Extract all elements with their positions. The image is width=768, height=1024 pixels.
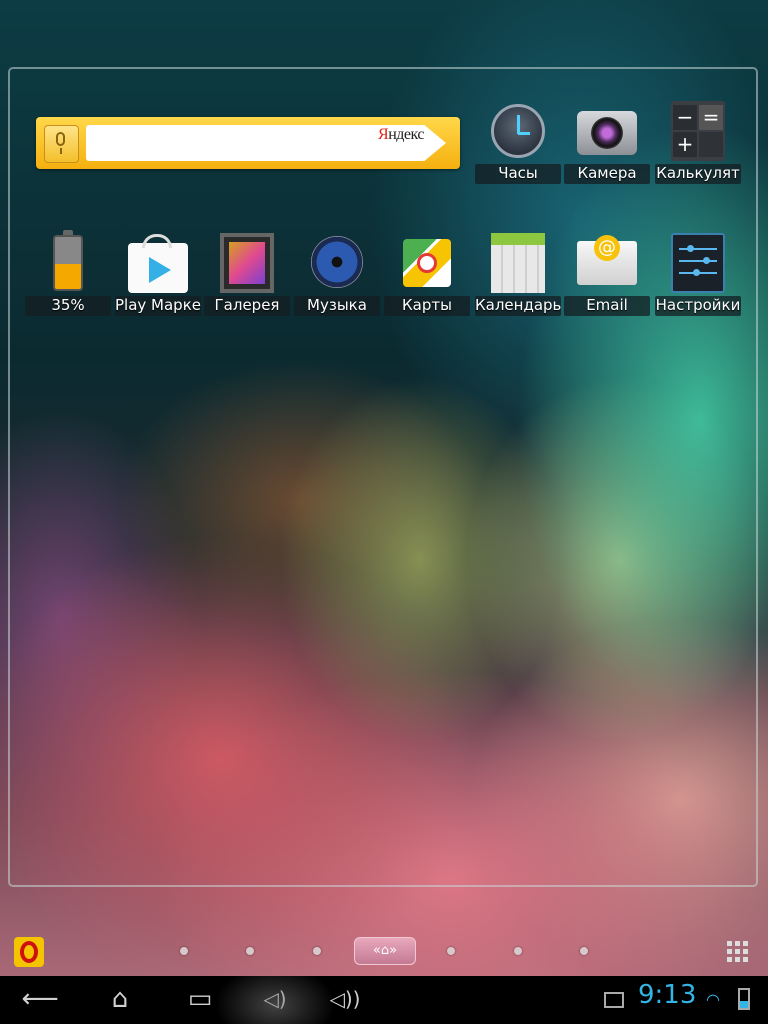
page-indicator-dot[interactable] bbox=[180, 947, 188, 955]
opera-icon[interactable] bbox=[14, 937, 44, 967]
app-music[interactable]: Музыка bbox=[294, 233, 380, 323]
microphone-icon[interactable] bbox=[44, 125, 79, 163]
app-label: Камера bbox=[564, 164, 650, 184]
yandex-logo: Яндекс bbox=[378, 126, 424, 143]
home-page-indicator[interactable]: «⌂» bbox=[354, 937, 416, 965]
page-indicator-dot[interactable] bbox=[313, 947, 321, 955]
app-label: Карты bbox=[384, 296, 470, 316]
all-apps-grid-icon[interactable] bbox=[727, 940, 749, 962]
app-settings[interactable]: Настройки bbox=[655, 233, 741, 323]
nav-touch-highlight bbox=[218, 976, 332, 1024]
system-bar: ⟵ ⌂ ▭ ◁) ◁)) 9:13 ◠ bbox=[0, 976, 768, 1024]
screenshot-notification-icon[interactable] bbox=[604, 992, 624, 1008]
settings-icon bbox=[671, 233, 725, 293]
gallery-icon bbox=[220, 233, 274, 293]
camera-icon bbox=[577, 111, 637, 155]
back-icon[interactable]: ⟵ bbox=[10, 976, 70, 1024]
app-label: Play Марке bbox=[115, 296, 201, 316]
app-clock[interactable]: Часы bbox=[475, 101, 561, 191]
battery-icon bbox=[738, 988, 750, 1010]
calendar-icon bbox=[491, 233, 545, 293]
app-label: Настройки bbox=[655, 296, 741, 316]
app-camera[interactable]: Камера bbox=[564, 101, 650, 191]
battery-widget[interactable]: 35% bbox=[25, 230, 111, 323]
app-label: Калькулят bbox=[655, 164, 741, 184]
app-calculator[interactable]: − = + Калькулят bbox=[655, 101, 741, 191]
status-clock: 9:13 bbox=[638, 980, 697, 1010]
app-play-market[interactable]: Play Марке bbox=[115, 233, 201, 323]
app-label: Галерея bbox=[204, 296, 290, 316]
app-label: 35% bbox=[25, 296, 111, 316]
maps-icon bbox=[403, 239, 451, 287]
app-label: Email bbox=[564, 296, 650, 316]
clock-icon bbox=[491, 104, 545, 158]
music-icon bbox=[311, 236, 363, 288]
app-maps[interactable]: Карты bbox=[384, 233, 470, 323]
app-gallery[interactable]: Галерея bbox=[204, 233, 290, 323]
app-label: Часы bbox=[475, 164, 561, 184]
home-icon[interactable]: ⌂ bbox=[90, 976, 150, 1024]
app-email[interactable]: Email bbox=[564, 233, 650, 323]
email-icon bbox=[577, 235, 637, 285]
yandex-search-widget[interactable]: Яндекс bbox=[36, 117, 460, 169]
app-label: Музыка bbox=[294, 296, 380, 316]
app-calendar[interactable]: Календарь bbox=[475, 233, 561, 323]
wifi-icon: ◠ bbox=[706, 990, 720, 1009]
play-market-icon bbox=[128, 234, 188, 293]
page-indicator-dot[interactable] bbox=[447, 947, 455, 955]
battery-widget-icon bbox=[53, 230, 83, 291]
page-indicator-dot[interactable] bbox=[246, 947, 254, 955]
page-indicator-dot[interactable] bbox=[514, 947, 522, 955]
page-indicator-dot[interactable] bbox=[580, 947, 588, 955]
calculator-icon: − = + bbox=[671, 101, 725, 161]
app-label: Календарь bbox=[475, 296, 561, 316]
